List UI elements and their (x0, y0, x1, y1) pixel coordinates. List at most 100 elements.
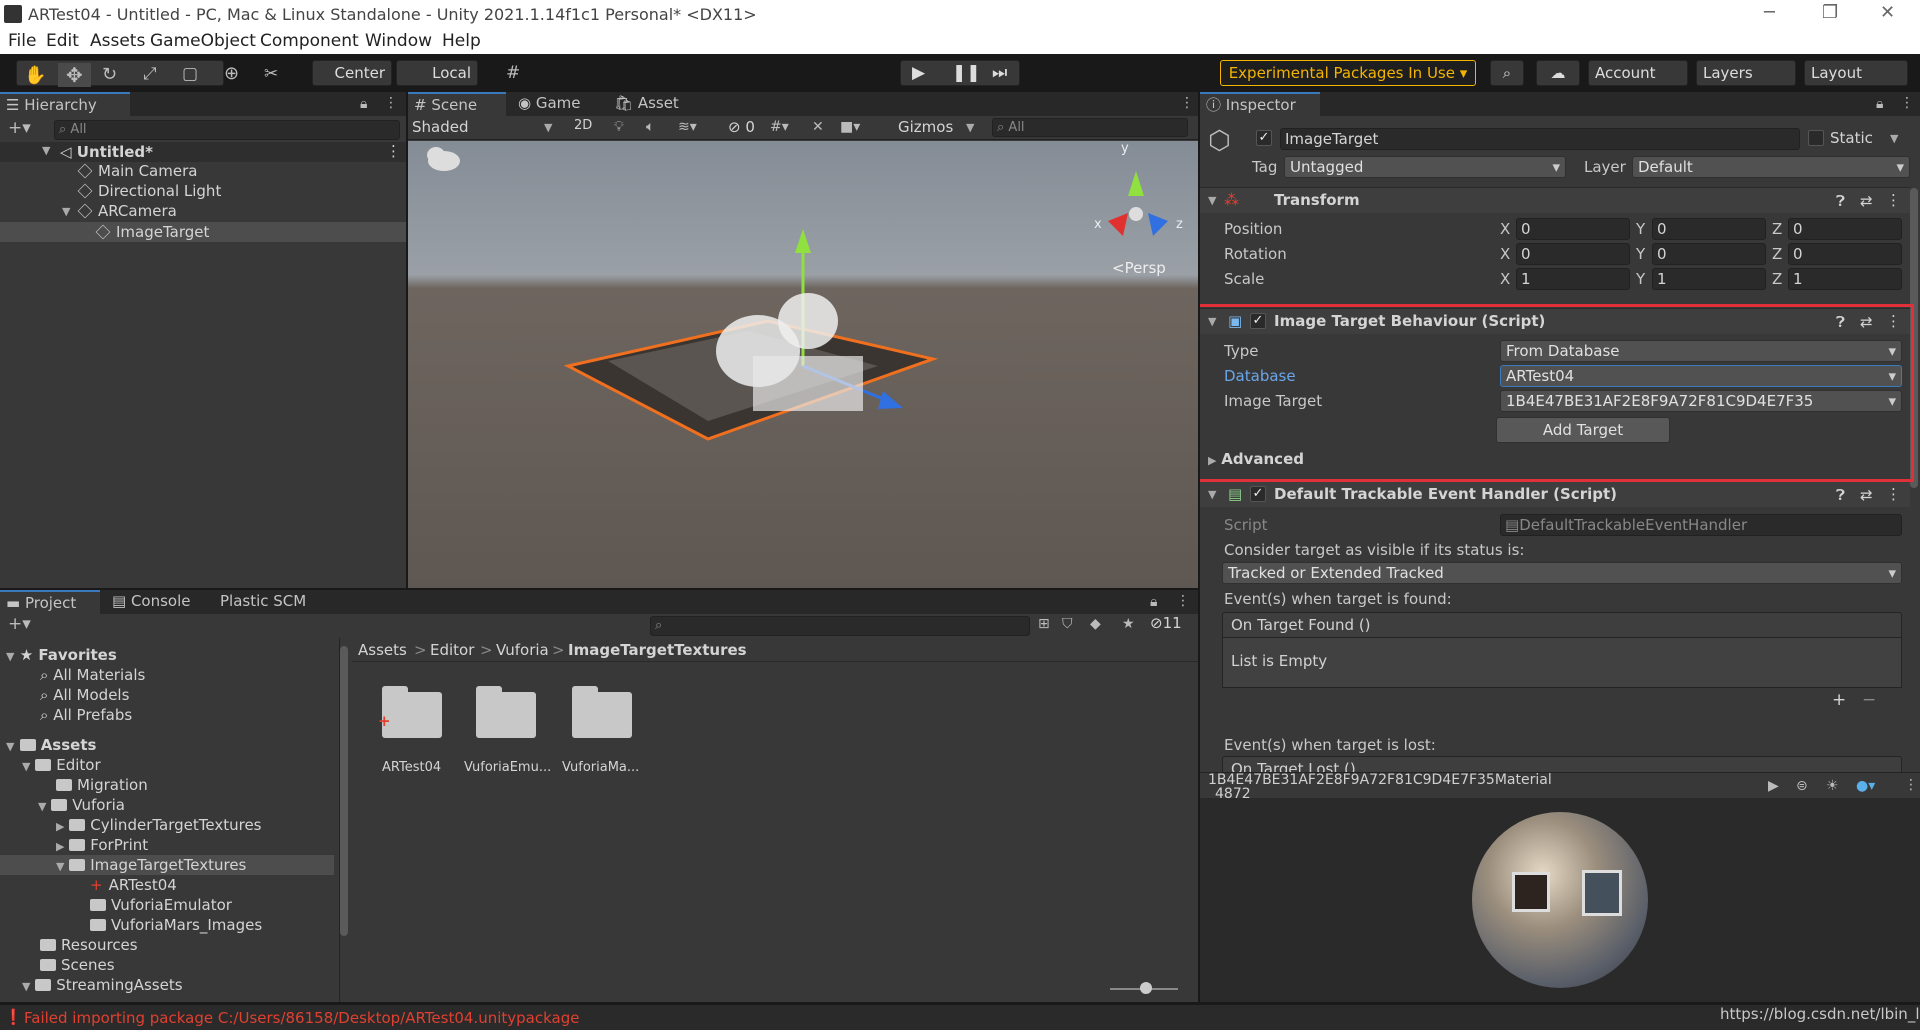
menu-assets[interactable]: Assets (90, 31, 145, 51)
more-icon[interactable]: ⋮ (1176, 593, 1190, 609)
scene-search-input[interactable]: ⌕ All (992, 118, 1188, 137)
transform-tool-icon[interactable]: ⊕ (224, 63, 239, 84)
tree-cylindertargettextures[interactable]: ▶ CylinderTargetTextures (56, 816, 262, 834)
rotation-x-field[interactable]: 0 (1516, 243, 1630, 265)
collapse-icon[interactable]: ▼ (1208, 315, 1216, 328)
gizmos-dropdown[interactable]: Gizmos (898, 118, 953, 136)
cloud-button[interactable]: ☁ (1536, 60, 1580, 86)
tree-artest04[interactable]: + ARTest04 (90, 876, 177, 894)
effects-icon[interactable]: ≋▾ (678, 119, 697, 135)
play-preview-icon[interactable]: ▶ (1768, 778, 1779, 794)
type-dropdown[interactable]: From Database (1500, 340, 1902, 362)
itb-enabled-checkbox[interactable]: ✓ (1250, 313, 1266, 329)
help-icon[interactable]: ❓︎ (1836, 486, 1845, 504)
tab-asset-store[interactable]: 🛍︎ Asset Store (608, 92, 718, 134)
collapse-icon[interactable]: ▼ (1208, 194, 1216, 207)
favorite-all-prefabs[interactable]: ⌕ All Prefabs (40, 706, 132, 724)
camera-icon[interactable]: ■▾ (840, 119, 860, 135)
lock-icon[interactable]: 🔒︎ (360, 96, 367, 112)
menu-component[interactable]: Component (260, 31, 359, 51)
collapse-icon[interactable]: ▼ (1208, 488, 1216, 501)
search-by-label-icon[interactable]: ⛉ (1062, 616, 1073, 632)
tree-imagetargettextures[interactable]: ▼ ImageTargetTextures (0, 855, 334, 875)
tree-migration[interactable]: Migration (56, 776, 148, 794)
assets-header[interactable]: ▼ Assets (6, 736, 96, 754)
status-error-message[interactable]: Failed importing package C:/Users/86158/… (24, 1009, 579, 1027)
material-preview-sphere[interactable] (1472, 812, 1648, 988)
tree-vuforia[interactable]: ▼ Vuforia (38, 796, 125, 814)
gizmos-chevron-icon[interactable]: ▼ (966, 121, 974, 134)
inspector-scrollbar[interactable] (1910, 188, 1918, 488)
tree-scrollbar[interactable] (340, 646, 348, 936)
database-dropdown[interactable]: ARTest04 (1500, 365, 1902, 387)
scene-more-icon[interactable]: ⋮ (386, 142, 401, 160)
image-target-dropdown[interactable]: 1B4E47BE31AF2E8F9A72F81C9D4E7F35 (1500, 390, 1902, 412)
shading-dropdown[interactable]: Shaded (412, 118, 469, 136)
tree-vuforiamars-images[interactable]: VuforiaMars_Images (90, 916, 262, 934)
breadcrumb-vuforia[interactable]: Vuforia (496, 641, 549, 659)
pause-icon[interactable]: ❚❚ (952, 63, 981, 83)
favorite-star-icon[interactable]: ★ (1122, 616, 1135, 632)
grid-icon[interactable]: #▾ (770, 119, 789, 135)
minimize-icon[interactable]: ─ (1764, 2, 1775, 23)
menu-help[interactable]: Help (442, 31, 481, 51)
collapse-icon[interactable]: ▼ (42, 144, 50, 157)
restore-icon[interactable]: ❐ (1822, 2, 1838, 23)
scene-more-icon[interactable]: ⋮ (1180, 95, 1194, 111)
scene-canvas[interactable] (408, 141, 1198, 588)
custom-tool-icon[interactable]: ✂ (264, 64, 278, 84)
move-tool-icon[interactable]: ✥ (58, 63, 91, 87)
hierarchy-item-imagetarget[interactable]: ImageTarget (0, 222, 406, 242)
step-icon[interactable]: ⏭ (992, 63, 1007, 83)
tree-vuforiaemulator[interactable]: VuforiaEmulator (90, 896, 232, 914)
preview-more-icon[interactable]: ⋮ (1904, 777, 1918, 793)
scale-y-field[interactable]: 1 (1652, 268, 1766, 290)
tree-editor[interactable]: ▼ Editor (22, 756, 101, 774)
tab-scene[interactable]: # Scene (408, 92, 506, 116)
tree-resources[interactable]: Resources (40, 936, 138, 954)
folder-item-vuforiaemulator[interactable] (476, 682, 540, 744)
scene-viewport[interactable]: y x z <Persp (408, 141, 1198, 588)
status-dropdown[interactable]: Tracked or Extended Tracked (1222, 562, 1902, 584)
audio-icon[interactable]: 🔈︎ (646, 119, 654, 135)
layers-dropdown[interactable]: Layers (1696, 60, 1796, 86)
tools-icon[interactable]: ✕ (812, 119, 824, 135)
tab-project[interactable]: ▬ Project (0, 590, 100, 614)
tab-console[interactable]: ▤ Console (106, 590, 206, 614)
add-icon[interactable]: +▾ (8, 118, 31, 138)
component-more-icon[interactable]: ⋮ (1886, 191, 1901, 209)
favorite-all-materials[interactable]: ⌕ All Materials (40, 666, 145, 684)
shading-chevron-icon[interactable]: ▼ (544, 121, 552, 134)
persp-label[interactable]: <Persp (1112, 259, 1166, 277)
scene-row[interactable]: ▼ ◁ Untitled* ⋮ (0, 142, 406, 162)
static-chevron-icon[interactable]: ▼ (1890, 132, 1898, 145)
component-more-icon[interactable]: ⋮ (1886, 485, 1901, 503)
hand-tool-icon[interactable]: ✋ (24, 65, 46, 86)
search-button[interactable]: ⌕ (1490, 60, 1524, 86)
layout-dropdown[interactable]: Layout (1804, 60, 1908, 86)
arcamera-expand-icon[interactable]: ▼ (62, 205, 70, 218)
menu-file[interactable]: File (8, 31, 36, 51)
rect-tool-icon[interactable]: ▢ (182, 64, 198, 84)
help-icon[interactable]: ❓︎ (1836, 313, 1845, 331)
itb-header[interactable]: ▼ ▣ ✓ Image Target Behaviour (Script) ❓︎… (1200, 308, 1910, 334)
scale-tool-icon[interactable]: ⤢ (143, 64, 157, 84)
close-icon[interactable]: ✕ (1880, 2, 1895, 23)
tab-plastic-scm[interactable]: Plastic SCM (214, 590, 324, 614)
preset-icon[interactable]: ⇄ (1860, 192, 1873, 210)
play-icon[interactable]: ▶ (912, 63, 925, 83)
breadcrumb-assets[interactable]: Assets (358, 641, 407, 659)
menu-window[interactable]: Window (365, 31, 432, 51)
2d-toggle[interactable]: 2D (574, 118, 592, 133)
transform-header[interactable]: ▼ ⁂ Transform ❓︎ ⇄ ⋮ (1200, 187, 1910, 213)
mesh-preview-icon[interactable]: ⊜ (1796, 778, 1808, 794)
rotate-tool-icon[interactable]: ↻ (102, 64, 117, 85)
remove-event-button[interactable]: − (1862, 690, 1876, 710)
tag-icon[interactable]: ◆ (1090, 616, 1101, 632)
light-preview-icon[interactable]: ☀︎ (1826, 778, 1839, 794)
layer-dropdown[interactable]: Default (1632, 156, 1910, 178)
preset-icon[interactable]: ⇄ (1860, 486, 1873, 504)
folder-item-artest04[interactable]: + (378, 682, 446, 744)
hierarchy-item-main-camera[interactable]: Main Camera (77, 162, 197, 180)
tab-hierarchy[interactable]: ☰ Hierarchy (0, 92, 130, 116)
